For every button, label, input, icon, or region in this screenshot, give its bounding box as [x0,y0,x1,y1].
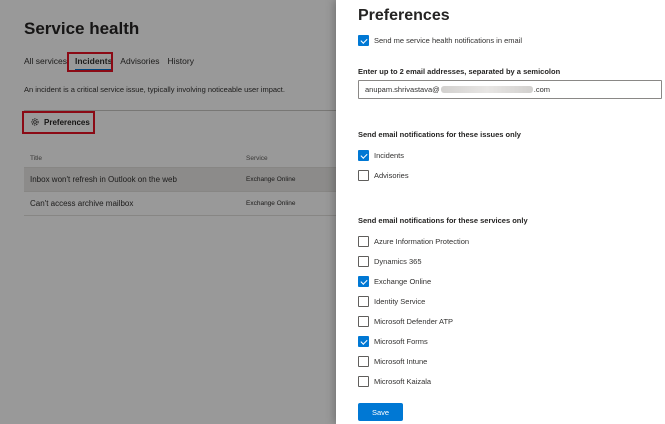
notify-email-label: Send me service health notifications in … [374,36,522,45]
preferences-panel: Preferences Send me service health notif… [336,0,665,424]
service-option[interactable]: Azure Information Protection [358,236,469,247]
issues-label: Send email notifications for these issue… [358,130,521,139]
issue-checkbox[interactable] [358,170,369,181]
issue-option[interactable]: Incidents [358,150,404,161]
service-label: Microsoft Intune [374,357,428,366]
service-label: Exchange Online [374,277,432,286]
notify-email-checkbox[interactable] [358,35,369,46]
service-label: Microsoft Defender ATP [374,317,454,326]
service-option[interactable]: Microsoft Intune [358,356,427,367]
email-prefix: anupam.shrivastava@ [365,85,440,94]
service-checkbox[interactable] [358,336,369,347]
service-label: Identity Service [374,297,426,306]
redacted-text [440,86,533,93]
notify-email-option[interactable]: Send me service health notifications in … [358,35,522,46]
service-option[interactable]: Dynamics 365 [358,256,422,267]
issue-checkbox[interactable] [358,150,369,161]
issue-label: Incidents [374,151,405,160]
email-input[interactable]: anupam.shrivastava@ .com [358,80,662,99]
email-suffix: .com [533,85,550,94]
service-label: Azure Information Protection [374,237,470,246]
service-label: Microsoft Kaizala [374,377,432,386]
service-checkbox[interactable] [358,356,369,367]
service-option[interactable]: Microsoft Kaizala [358,376,431,387]
service-checkbox[interactable] [358,256,369,267]
service-option[interactable]: Identity Service [358,296,425,307]
service-label: Microsoft Forms [374,337,428,346]
service-checkbox[interactable] [358,316,369,327]
service-option[interactable]: Microsoft Forms [358,336,428,347]
service-checkbox[interactable] [358,236,369,247]
service-option[interactable]: Exchange Online [358,276,431,287]
modal-overlay[interactable] [0,0,336,424]
service-checkbox[interactable] [358,276,369,287]
services-label: Send email notifications for these servi… [358,216,528,225]
service-checkbox[interactable] [358,376,369,387]
service-label: Dynamics 365 [374,257,422,266]
panel-title: Preferences [358,7,450,24]
email-label: Enter up to 2 email addresses, separated… [358,67,561,76]
issue-option[interactable]: Advisories [358,170,409,181]
save-button[interactable]: Save [358,403,403,421]
issue-label: Advisories [374,171,409,180]
service-option[interactable]: Microsoft Defender ATP [358,316,453,327]
service-checkbox[interactable] [358,296,369,307]
